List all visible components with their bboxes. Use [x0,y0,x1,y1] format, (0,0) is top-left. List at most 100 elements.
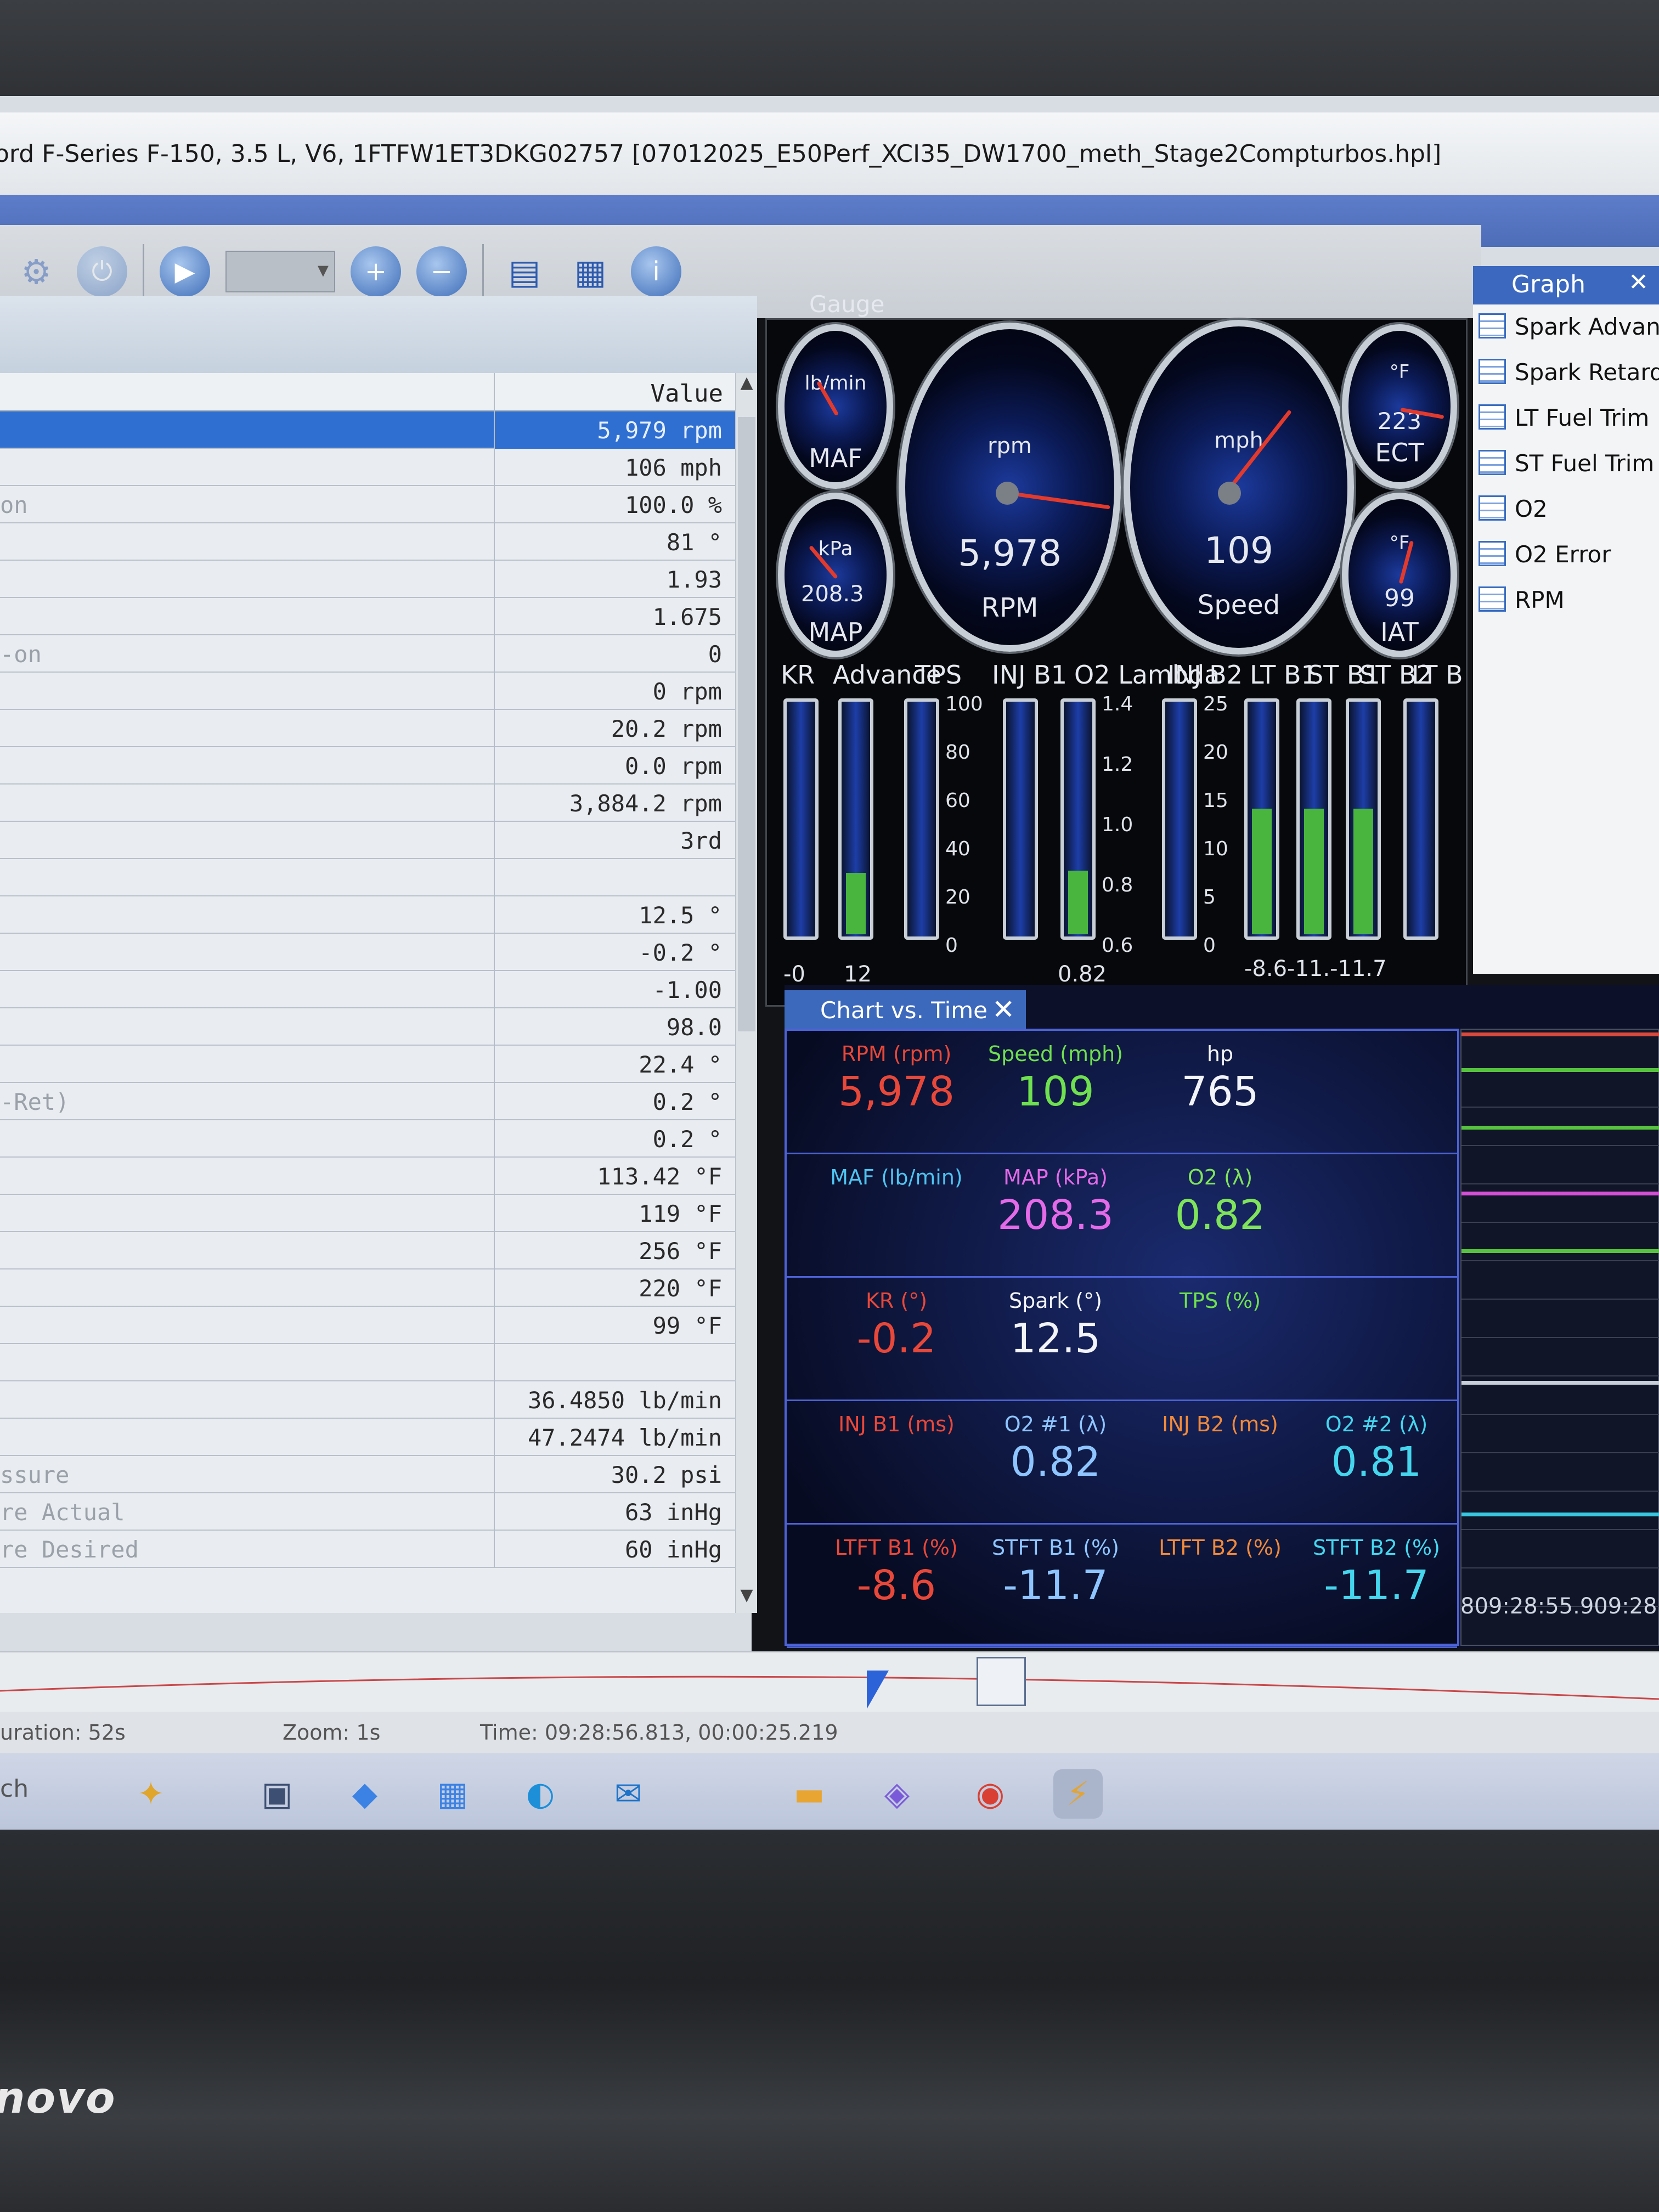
readout-cell[interactable]: STFT B1 (%) -11.7 [973,1536,1138,1609]
readout-cell[interactable]: O2 #1 (λ) 0.82 [973,1412,1138,1486]
timeline-handle[interactable] [977,1657,1026,1706]
readout-cell[interactable]: Spark (°) 12.5 [973,1289,1138,1362]
readout-cell[interactable]: MAP (kPa) 208.3 [973,1165,1138,1239]
graph-list-item[interactable]: O2 Error [1473,532,1659,578]
scale-tick-label: 1.2 [1102,753,1133,776]
graph-list-item[interactable]: O2 [1473,487,1659,532]
table-row[interactable]: -on 0 [0,635,735,673]
scrollbar-thumb[interactable] [738,417,755,1031]
readout-cell[interactable]: RPM (rpm) 5,978 [814,1042,979,1115]
table-row[interactable]: 36.4850 lb/min [0,1381,735,1419]
table-row[interactable] [0,1344,735,1381]
layout-icon[interactable]: ▦ [565,246,616,297]
m365-icon[interactable]: ◆ [340,1769,390,1819]
readout-row: KR (°) -0.2 Spark (°) 12.5 TPS (%) [787,1278,1457,1401]
table-row[interactable]: 1.93 [0,561,735,598]
table-row[interactable]: 81 ° [0,523,735,561]
table-row[interactable]: 5,979 rpm [0,411,735,449]
readout-cell[interactable] [1294,1165,1459,1167]
table-row[interactable]: -0.2 ° [0,934,735,971]
advance-bar-fill [846,872,866,934]
connect-icon[interactable]: ⏻ [77,246,127,297]
graph-list-item[interactable]: Spark Retard [1473,350,1659,396]
table-row[interactable]: 12.5 ° [0,896,735,934]
playback-speed-select[interactable] [225,251,335,292]
store-icon[interactable]: ▦ [428,1769,477,1819]
table-row[interactable]: 99 °F [0,1307,735,1344]
readout-cell[interactable]: O2 #2 (λ) 0.81 [1294,1412,1459,1486]
graph-list-item[interactable]: RPM [1473,578,1659,623]
table-row[interactable]: ssure 30.2 psi [0,1456,735,1493]
lt-b1-bar [1244,698,1279,940]
table-row[interactable]: -Ret) 0.2 ° [0,1083,735,1120]
table-row[interactable]: 119 °F [0,1195,735,1232]
table-row[interactable]: 3rd [0,822,735,859]
copilot-icon[interactable]: ✦ [126,1769,176,1819]
value-column-header[interactable]: Value [494,373,735,411]
task-view-icon[interactable]: ▣ [252,1769,302,1819]
table-row[interactable]: 98.0 [0,1008,735,1046]
table-row[interactable]: on 100.0 % [0,486,735,523]
play-icon[interactable]: ▶ [160,246,210,297]
outlook-icon[interactable]: ✉ [603,1769,653,1819]
table-row[interactable]: 220 °F [0,1269,735,1307]
table-row[interactable]: 22.4 ° [0,1046,735,1083]
readout-cell[interactable]: INJ B2 (ms) [1138,1412,1302,1438]
timeline[interactable] [0,1651,1659,1717]
table-row[interactable]: re Actual 63 inHg [0,1493,735,1531]
readout-cell[interactable]: hp 765 [1138,1042,1302,1115]
readout-cell[interactable]: LTFT B1 (%) -8.6 [814,1536,979,1609]
inj-b2-bar [1162,698,1197,940]
file-explorer-icon[interactable]: ▬ [785,1769,834,1819]
graph-list-item[interactable]: LT Fuel Trim [1473,396,1659,441]
readout-value: -11.7 [1324,1562,1429,1609]
table-row[interactable]: 47.2474 lb/min [0,1419,735,1456]
graph-list-item[interactable]: ST Fuel Trim [1473,441,1659,487]
scroll-up-icon[interactable]: ▲ [736,373,758,400]
readout-cell[interactable] [1294,1289,1459,1291]
table-row[interactable]: 3,884.2 rpm [0,785,735,822]
readout-value: 109 [1017,1068,1094,1115]
readout-cell[interactable]: KR (°) -0.2 [814,1289,979,1362]
readout-cell[interactable]: TPS (%) [1138,1289,1302,1315]
readout-cell[interactable]: Speed (mph) 109 [973,1042,1138,1115]
table-row[interactable]: 1.675 [0,598,735,635]
table-scrollbar[interactable]: ▲ ▼ [735,373,757,1613]
hp-tuners-icon[interactable]: ⚡ [1053,1769,1103,1819]
o2-readout: 0.82 [1058,962,1107,987]
scroll-down-icon[interactable]: ▼ [736,1585,758,1613]
table-row[interactable]: 113.42 °F [0,1158,735,1195]
close-icon[interactable]: ✕ [1628,268,1649,296]
table-row[interactable]: 0 rpm [0,673,735,710]
gauge-panel: lb/min MAF kPa 208.3 MAP rpm 5,978 RPM m… [765,318,1468,1007]
table-row[interactable]: 0.0 rpm [0,747,735,785]
readout-cell[interactable]: STFT B2 (%) -11.7 [1294,1536,1459,1609]
engine-icon[interactable]: ⚙ [11,246,61,297]
table-row[interactable] [0,859,735,896]
info-icon[interactable]: i [631,246,681,297]
zoom-out-icon[interactable]: − [416,246,467,297]
table-row[interactable]: re Desired 60 inHg [0,1531,735,1568]
table-row[interactable]: 20.2 rpm [0,710,735,747]
graph-tab[interactable]: Graph ✕ [1473,266,1659,304]
table-row[interactable]: -1.00 [0,971,735,1008]
table-row[interactable]: 106 mph [0,449,735,486]
readout-cell[interactable]: LTFT B2 (%) [1138,1536,1302,1562]
chrome-icon[interactable]: ◉ [966,1769,1015,1819]
table-row[interactable]: 256 °F [0,1232,735,1269]
table-row[interactable]: 0.2 ° [0,1120,735,1158]
taskbar-search[interactable]: ch [0,1775,29,1803]
edge-icon[interactable]: ◐ [516,1769,565,1819]
close-icon[interactable]: ✕ [992,994,1015,1025]
graph-list-item[interactable]: Spark Advance [1473,304,1659,350]
m365-app-icon[interactable]: ◈ [872,1769,922,1819]
readout-cell[interactable]: O2 (λ) 0.82 [1138,1165,1302,1239]
readout-cell[interactable]: MAF (lb/min) [814,1165,979,1192]
zoom-in-icon[interactable]: + [351,246,401,297]
chart-vs-time-tab[interactable]: Chart vs. Time ✕ [785,990,1026,1030]
gauge-tab[interactable]: Gauge [809,291,884,318]
open-icon[interactable]: ▤ [499,246,550,297]
o2-lambda-bar [1060,698,1096,940]
readout-cell[interactable] [1294,1042,1459,1044]
readout-cell[interactable]: INJ B1 (ms) [814,1412,979,1438]
